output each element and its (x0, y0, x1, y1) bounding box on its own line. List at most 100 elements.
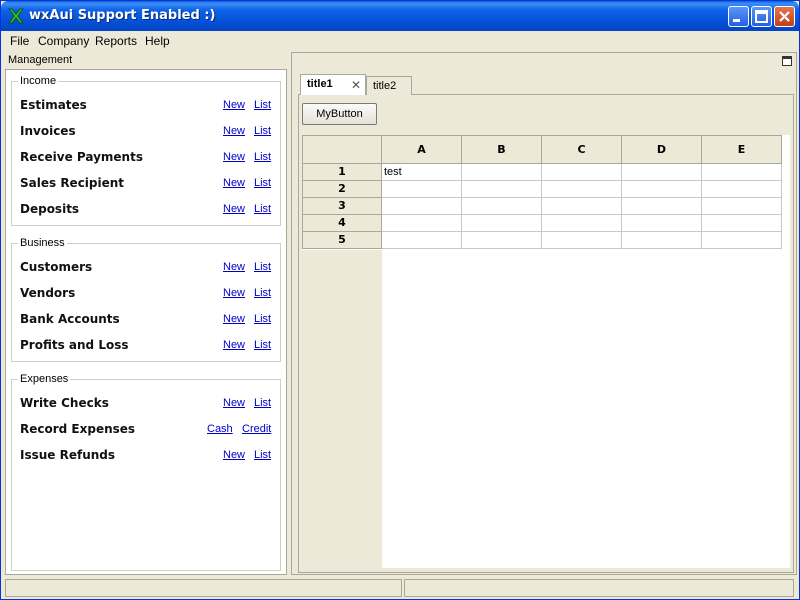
estimates-list-link[interactable]: List (254, 99, 271, 111)
close-icon (779, 11, 790, 22)
grid-cell[interactable] (462, 164, 542, 181)
row-label: Issue Refunds (20, 448, 116, 462)
customers-list-link[interactable]: List (254, 261, 271, 273)
grid-cell[interactable] (702, 232, 782, 249)
row-profits-and-loss: Profits and Loss New List (20, 338, 274, 356)
row-label: Invoices (20, 124, 76, 138)
row-issue-refunds: Issue Refunds New List (20, 448, 274, 466)
row-header[interactable]: 3 (302, 198, 382, 215)
row-write-checks: Write Checks New List (20, 396, 274, 414)
issue-refunds-list-link[interactable]: List (254, 449, 271, 461)
app-window: wxAui Support Enabled :) File Company Re… (0, 0, 800, 600)
record-expenses-credit-link[interactable]: Credit (242, 423, 271, 435)
profits-and-loss-list-link[interactable]: List (254, 339, 271, 351)
column-header[interactable]: D (622, 135, 702, 164)
customers-new-link[interactable]: New (223, 261, 245, 273)
grid-cell[interactable] (622, 232, 702, 249)
grid-cell[interactable]: test (382, 164, 462, 181)
column-header[interactable]: C (542, 135, 622, 164)
menu-company[interactable]: Company (38, 34, 89, 48)
grid-cell[interactable] (462, 198, 542, 215)
title-bar[interactable]: wxAui Support Enabled :) (1, 1, 799, 31)
close-icon[interactable]: ✕ (351, 78, 361, 92)
row-header[interactable]: 1 (302, 164, 382, 181)
deposits-list-link[interactable]: List (254, 203, 271, 215)
my-button[interactable]: MyButton (302, 103, 377, 125)
column-header[interactable]: E (702, 135, 782, 164)
row-label: Receive Payments (20, 150, 143, 164)
menu-file[interactable]: File (10, 34, 29, 48)
grid-cell[interactable] (622, 164, 702, 181)
row-label: Profits and Loss (20, 338, 129, 352)
receive-payments-new-link[interactable]: New (223, 151, 245, 163)
row-header[interactable]: 2 (302, 181, 382, 198)
row-label: Write Checks (20, 396, 109, 410)
grid-cell[interactable] (382, 181, 462, 198)
row-label: Customers (20, 260, 93, 274)
record-expenses-cash-link[interactable]: Cash (207, 423, 233, 435)
row-header[interactable]: 5 (302, 232, 382, 249)
write-checks-new-link[interactable]: New (223, 397, 245, 409)
expenses-group: Expenses Write Checks New List Record Ex… (11, 373, 281, 571)
grid-cell[interactable] (622, 181, 702, 198)
tab-title2[interactable]: title2 (366, 76, 412, 95)
notebook-pane: title1 ✕ title2 MyButton A B C D E 1 2 3… (291, 52, 797, 575)
grid-cell[interactable] (702, 181, 782, 198)
close-button[interactable] (774, 6, 795, 27)
bank-accounts-new-link[interactable]: New (223, 313, 245, 325)
vendors-new-link[interactable]: New (223, 287, 245, 299)
menu-help[interactable]: Help (145, 34, 170, 48)
receive-payments-list-link[interactable]: List (254, 151, 271, 163)
management-pane: Income Estimates New List Invoices New L… (5, 69, 287, 575)
row-label: Vendors (20, 286, 76, 300)
grid-cell[interactable] (542, 198, 622, 215)
column-header[interactable]: A (382, 135, 462, 164)
estimates-new-link[interactable]: New (223, 99, 245, 111)
bank-accounts-list-link[interactable]: List (254, 313, 271, 325)
row-estimates: Estimates New List (20, 98, 274, 116)
window-title: wxAui Support Enabled :) (29, 8, 216, 23)
row-label: Record Expenses (20, 422, 136, 436)
grid-cell[interactable] (542, 232, 622, 249)
grid-cell[interactable] (382, 215, 462, 232)
row-header[interactable]: 4 (302, 215, 382, 232)
business-group: Business Customers New List Vendors New … (11, 237, 281, 362)
minimize-button[interactable] (728, 6, 749, 27)
grid-cell[interactable] (542, 164, 622, 181)
grid-cell[interactable] (382, 232, 462, 249)
grid-cell[interactable] (462, 181, 542, 198)
grid-cell[interactable] (702, 215, 782, 232)
row-sales-recipient: Sales Recipient New List (20, 176, 274, 194)
grid-cell[interactable] (382, 198, 462, 215)
issue-refunds-new-link[interactable]: New (223, 449, 245, 461)
menu-reports[interactable]: Reports (95, 34, 137, 48)
sales-recipient-list-link[interactable]: List (254, 177, 271, 189)
invoices-list-link[interactable]: List (254, 125, 271, 137)
grid-cell[interactable] (462, 232, 542, 249)
maximize-button[interactable] (751, 6, 772, 27)
profits-and-loss-new-link[interactable]: New (223, 339, 245, 351)
grid-cell[interactable] (622, 198, 702, 215)
status-field-1 (5, 579, 402, 597)
grid-cell[interactable] (542, 215, 622, 232)
invoices-new-link[interactable]: New (223, 125, 245, 137)
column-header[interactable]: B (462, 135, 542, 164)
deposits-new-link[interactable]: New (223, 203, 245, 215)
grid-cell[interactable] (702, 198, 782, 215)
grid-cell[interactable] (542, 181, 622, 198)
write-checks-list-link[interactable]: List (254, 397, 271, 409)
maximize-icon[interactable] (782, 56, 792, 66)
management-pane-caption[interactable]: Management (5, 52, 287, 69)
row-invoices: Invoices New List (20, 124, 274, 142)
sales-recipient-new-link[interactable]: New (223, 177, 245, 189)
vendors-list-link[interactable]: List (254, 287, 271, 299)
grid-corner[interactable] (302, 135, 382, 164)
tab-title1[interactable]: title1 ✕ (300, 74, 366, 96)
grid-cell[interactable] (622, 215, 702, 232)
tab-label: title2 (373, 80, 397, 92)
row-receive-payments: Receive Payments New List (20, 150, 274, 168)
wx-x-icon (8, 8, 24, 24)
grid-cell[interactable] (462, 215, 542, 232)
expenses-group-title: Expenses (18, 373, 71, 385)
grid-cell[interactable] (702, 164, 782, 181)
